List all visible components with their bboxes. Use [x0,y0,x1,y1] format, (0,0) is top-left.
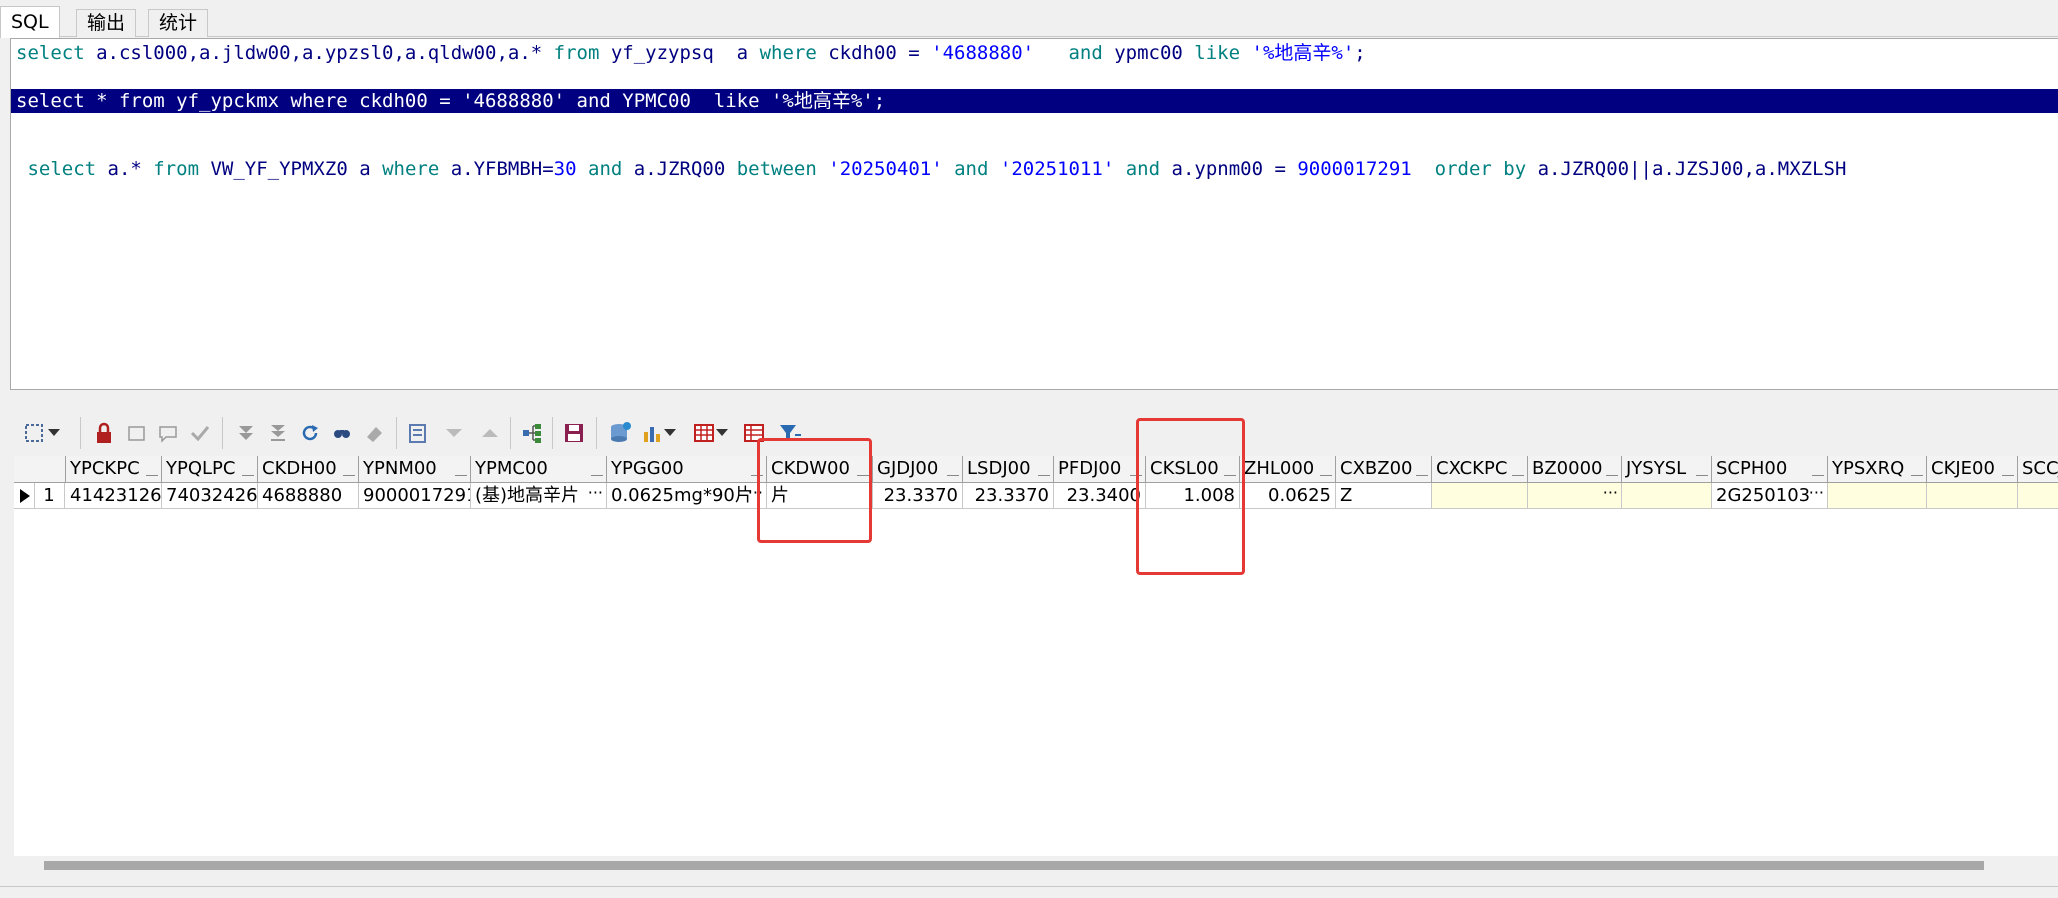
tab-output[interactable]: 输出 [76,9,137,37]
refresh-icon[interactable] [296,419,324,447]
check-icon[interactable] [186,419,214,447]
header-sccj[interactable]: SCCJ [2018,456,2058,482]
tab-stats[interactable]: 统计 [148,9,209,37]
find-icon[interactable] [328,419,356,447]
header-ckje00[interactable]: CKJE00 [1927,456,2018,482]
header-ypnm00[interactable]: YPNM00 [359,456,471,482]
grid-nav-icon[interactable] [20,419,48,447]
ellipsis-icon[interactable]: ··· [1603,483,1618,505]
cell-ypqlpc[interactable]: 74032426 [162,483,258,508]
comment-icon[interactable] [154,419,182,447]
cell-lsdj00[interactable]: 23.3370 [963,483,1054,508]
toolbar-separator [222,417,223,449]
toolbar-separator [552,417,553,449]
copy-icon[interactable] [122,419,150,447]
toolbar-separator [510,417,511,449]
cell-sccj[interactable] [2018,483,2058,508]
sort-down-icon[interactable] [440,419,468,447]
header-cxbz00[interactable]: CXBZ00 [1336,456,1432,482]
cell-ypckpc[interactable]: 41423126 [66,483,162,508]
sql-line-1: select a.csl000,a.jldw00,a.ypzsl0,a.qldw… [16,42,1366,64]
header-corner [14,456,66,482]
header-gjdj00[interactable]: GJDJ00 [873,456,963,482]
header-lsdj00[interactable]: LSDJ00 [963,456,1054,482]
cell-ypmc00[interactable]: (基)地高辛片 ··· [471,483,607,508]
toolbar-separator [596,417,597,449]
highlight-box-ckdw00 [757,438,872,543]
cell-ckdh00[interactable]: 4688880 [258,483,359,508]
toolbar-separator [396,417,397,449]
cell-jysysl[interactable] [1622,483,1712,508]
move-bottom-icon[interactable] [264,419,292,447]
tree-icon[interactable] [518,419,546,447]
dropdown-icon[interactable] [46,419,62,447]
header-ypgg00[interactable]: YPGG00 [607,456,767,482]
save-icon[interactable] [560,419,588,447]
header-zhl000[interactable]: ZHL000 [1240,456,1336,482]
cell-cxbz00[interactable]: Z [1336,483,1432,508]
ellipsis-icon[interactable]: ··· [588,483,603,505]
sql-line-2-selected: select * from yf_ypckmx where ckdh00 = '… [11,89,2058,113]
scrollbar-thumb[interactable] [44,861,1984,870]
lock-icon[interactable] [90,419,118,447]
row-number: 1 [34,483,65,508]
cell-ypsxrq[interactable] [1828,483,1927,508]
header-scph00[interactable]: SCPH00 [1712,456,1828,482]
export-icon[interactable] [404,419,432,447]
current-row-arrow-icon [20,489,30,503]
cell-ypgg00[interactable]: 0.0625mg*90片 ··· [607,483,767,508]
editor-tabs: SQL 输出 统计 [0,6,2058,38]
database-icon[interactable] [606,419,634,447]
status-bar [0,886,2058,898]
result-grid: YPCKPC YPQLPC CKDH00 YPNM00 YPMC00 YPGG0… [14,456,2058,856]
header-ckdh00[interactable]: CKDH00 [258,456,359,482]
move-down-icon[interactable] [232,419,260,447]
sql-line-3: select a.* from VW_YF_YPMXZ0 a where a.Y… [16,158,1847,180]
grid-toolbar [10,413,2058,453]
header-ypmc00[interactable]: YPMC00 [471,456,607,482]
ellipsis-icon[interactable]: ··· [1809,483,1824,505]
toolbar-separator [80,417,81,449]
cell-scph00[interactable]: 2G250103 ··· [1712,483,1828,508]
row-indicator[interactable] [14,483,35,508]
table-dropdown-icon[interactable] [714,419,730,447]
header-pfdj00[interactable]: PFDJ00 [1054,456,1146,482]
chart-dropdown-icon[interactable] [662,419,678,447]
horizontal-scrollbar[interactable] [14,856,2058,873]
cell-gjdj00[interactable]: 23.3370 [873,483,963,508]
header-ypsxrq[interactable]: YPSXRQ [1828,456,1927,482]
highlight-box-cksl00 [1136,418,1245,575]
tab-sql[interactable]: SQL [0,6,60,38]
header-cxckpc[interactable]: CXCKPC [1432,456,1528,482]
cell-zhl000[interactable]: 0.0625 [1240,483,1336,508]
cell-pfdj00[interactable]: 23.3400 [1054,483,1146,508]
header-jysysl[interactable]: JYSYSL [1622,456,1712,482]
header-bz0000[interactable]: BZ0000 [1528,456,1622,482]
cell-cxckpc[interactable] [1432,483,1528,508]
eraser-icon[interactable] [360,419,388,447]
grid-header: YPCKPC YPQLPC CKDH00 YPNM00 YPMC00 YPGG0… [14,456,2058,483]
header-ypckpc[interactable]: YPCKPC [66,456,162,482]
sql-editor[interactable]: select a.csl000,a.jldw00,a.ypzsl0,a.qldw… [10,38,2058,390]
cell-ypnm00[interactable]: 9000017291 [359,483,471,508]
cell-ckje00[interactable] [1927,483,2018,508]
cell-bz0000[interactable]: ··· [1528,483,1622,508]
sort-up-icon[interactable] [476,419,504,447]
header-ypqlpc[interactable]: YPQLPC [162,456,258,482]
table-row[interactable]: 1 41423126 74032426 4688880 9000017291 (… [14,483,2058,509]
